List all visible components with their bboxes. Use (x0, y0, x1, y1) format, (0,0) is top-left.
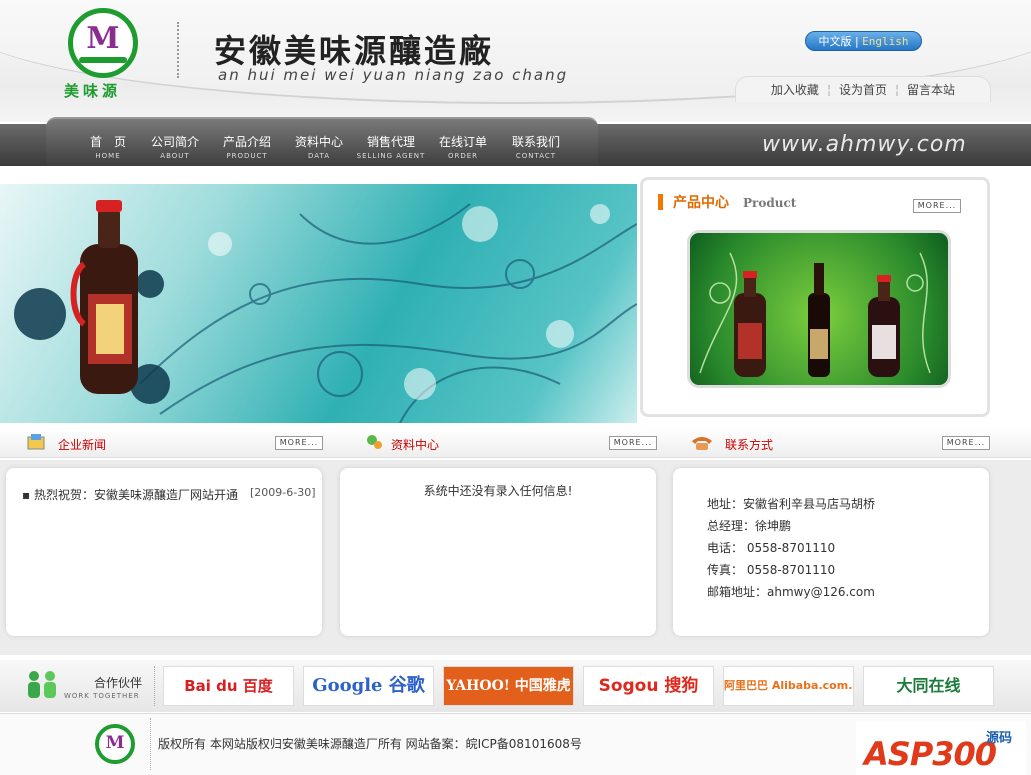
lang-zh-link[interactable]: 中文版 (818, 35, 851, 48)
watermark-subtext: 源码 (986, 731, 1013, 746)
language-switch: 中文版 | English (805, 31, 922, 51)
partner-google-logo[interactable]: Google 谷歌 (303, 666, 434, 706)
footer-logo: M (95, 724, 135, 764)
content-row: ▪ 热烈祝贺：安徽美味源釀造厂网站开通 [2009-6-30] 系统中还没有录入… (0, 460, 1031, 655)
product-bottles-graphic (699, 252, 931, 377)
contact-more-button[interactable]: MORE... (942, 436, 990, 450)
nav-selling-agent[interactable]: 销售代理 SELLING AGENT (350, 133, 432, 160)
data-gear-icon (367, 435, 382, 449)
nav-label: 在线订单 (438, 135, 487, 149)
nav-label: 首 页 (89, 135, 126, 149)
nav-about[interactable]: 公司简介 ABOUT (146, 133, 204, 160)
partners-title: 合作伙伴 (94, 676, 143, 690)
nav-product[interactable]: 产品介绍 PRODUCT (218, 133, 276, 160)
news-box: ▪ 热烈祝贺：安徽美味源釀造厂网站开通 [2009-6-30] (6, 468, 322, 636)
guestbook-link[interactable]: 留言本站 (907, 83, 955, 97)
contact-email: 邮箱地址：ahmwy@126.com (707, 585, 875, 599)
product-image[interactable] (687, 230, 951, 388)
bottle-left (734, 271, 766, 377)
link-separator: ¦ (895, 83, 900, 97)
nav-contact[interactable]: 联系我们 CONTACT (506, 133, 566, 160)
contact-phone: 电话： 0558-8701110 (707, 541, 836, 555)
lang-en-link[interactable]: English (862, 35, 908, 48)
nav-label-en: PRODUCT (226, 152, 268, 160)
news-item-date: [2009-6-30] (250, 486, 316, 499)
lang-separator: | (854, 35, 859, 48)
section-bar: 企业新闻 MORE... 资料中心 MORE... 联系方式 MORE... (0, 428, 1031, 458)
partners-people-icon (28, 671, 56, 698)
contact-manager: 总经理：徐坤鹏 (707, 519, 792, 533)
link-separator: ¦ (826, 83, 831, 97)
banner-graphic (14, 200, 637, 423)
nav-data[interactable]: 资料中心 DATA (290, 133, 348, 160)
partner-baidu-logo[interactable]: Bai du 百度 (163, 666, 294, 706)
banner-image (0, 184, 637, 423)
header-divider (177, 22, 179, 78)
soy-bottle (70, 200, 138, 394)
logo-name: 美味源 (64, 82, 122, 100)
partners-title-en: WORK TOGETHER (64, 692, 140, 700)
footer: M 版权所有 本网站版权归安徽美味源釀造厂所有 网站备案：皖ICP备081016… (0, 713, 1031, 775)
nav-label-en: SELLING AGENT (356, 152, 426, 160)
news-section-title: 企业新闻 (58, 438, 107, 452)
empty-message: 系统中还没有录入任何信息! (423, 484, 573, 498)
add-favorite-link[interactable]: 加入收藏 (771, 83, 819, 97)
nav-label: 销售代理 (366, 135, 415, 149)
footer-divider (150, 718, 151, 770)
partners-bar: 合作伙伴 WORK TOGETHER Bai du 百度 Google 谷歌 Y… (0, 660, 1031, 712)
copyright-text: 版权所有 本网站版权归安徽美味源釀造厂所有 网站备案：皖ICP备08101608… (158, 737, 582, 751)
logo-letter: M (86, 21, 120, 56)
nav-label-en: DATA (307, 152, 331, 160)
product-title-en: Product (743, 196, 797, 210)
nav-label: 联系我们 (511, 135, 560, 149)
contact-section-title: 联系方式 (725, 438, 774, 452)
partners-divider (154, 666, 155, 706)
nav-home[interactable]: 首 页 HOME (80, 133, 136, 160)
news-icon (27, 434, 45, 450)
data-box: 系统中还没有录入任何信息! (340, 468, 656, 636)
phone-icon (692, 437, 712, 450)
product-panel: 产品中心 Product MORE... (640, 177, 990, 417)
product-title-bar (658, 194, 663, 210)
contact-box: 地址：安徽省利辛县马店马胡桥 总经理：徐坤鹏 电话： 0558-8701110 … (673, 468, 989, 636)
product-title: 产品中心 (673, 195, 729, 211)
nav-order[interactable]: 在线订单 ORDER (434, 133, 492, 160)
nav-label: 资料中心 (294, 135, 343, 149)
bottle-middle (808, 263, 830, 377)
asp300-watermark: ASP300 源码 (856, 721, 1026, 775)
watermark-text: ASP300 (864, 735, 997, 773)
data-more-button[interactable]: MORE... (609, 436, 657, 450)
nav-label-en: ABOUT (160, 152, 190, 160)
site-subtitle: an hui mei wei yuan niang zao chang (218, 66, 569, 84)
nav-label: 产品介绍 (222, 135, 271, 149)
contact-fax: 传真： 0558-8701110 (707, 563, 836, 577)
partner-datong-logo[interactable]: 大同在线 (863, 666, 994, 706)
data-section-title: 资料中心 (391, 438, 440, 452)
main-nav: 首 页 HOME 公司简介 ABOUT 产品介绍 PRODUCT 资料中心 DATA 销… (46, 117, 598, 166)
partner-alibaba-logo[interactable]: 阿里巴巴 Alibaba.com.cn (723, 666, 854, 706)
nav-label-en: HOME (95, 152, 121, 160)
news-item-link[interactable]: ▪ 热烈祝贺：安徽美味源釀造厂网站开通 (22, 486, 238, 503)
site-url: www.ahmwy.com (762, 132, 967, 157)
contact-address: 地址：安徽省利辛县马店马胡桥 (707, 497, 876, 511)
nav-label-en: ORDER (447, 152, 479, 160)
logo-bar (79, 57, 127, 63)
product-more-button[interactable]: MORE... (913, 199, 961, 213)
set-homepage-link[interactable]: 设为首页 (839, 83, 887, 97)
partner-yahoo-logo[interactable]: YAHOO! 中国雅虎 (443, 666, 574, 706)
partner-sogou-logo[interactable]: Sogou 搜狗 (583, 666, 714, 706)
nav-label-en: CONTACT (515, 152, 557, 160)
logo[interactable]: M (68, 8, 138, 78)
header: M 美味源 安徽美味源釀造廠 an hui mei wei yuan niang… (0, 0, 1031, 122)
nav-label: 公司简介 (150, 135, 199, 149)
top-links: 加入收藏 ¦ 设为首页 ¦ 留言本站 (735, 76, 991, 102)
bottle-right (868, 275, 900, 377)
news-more-button[interactable]: MORE... (275, 436, 323, 450)
